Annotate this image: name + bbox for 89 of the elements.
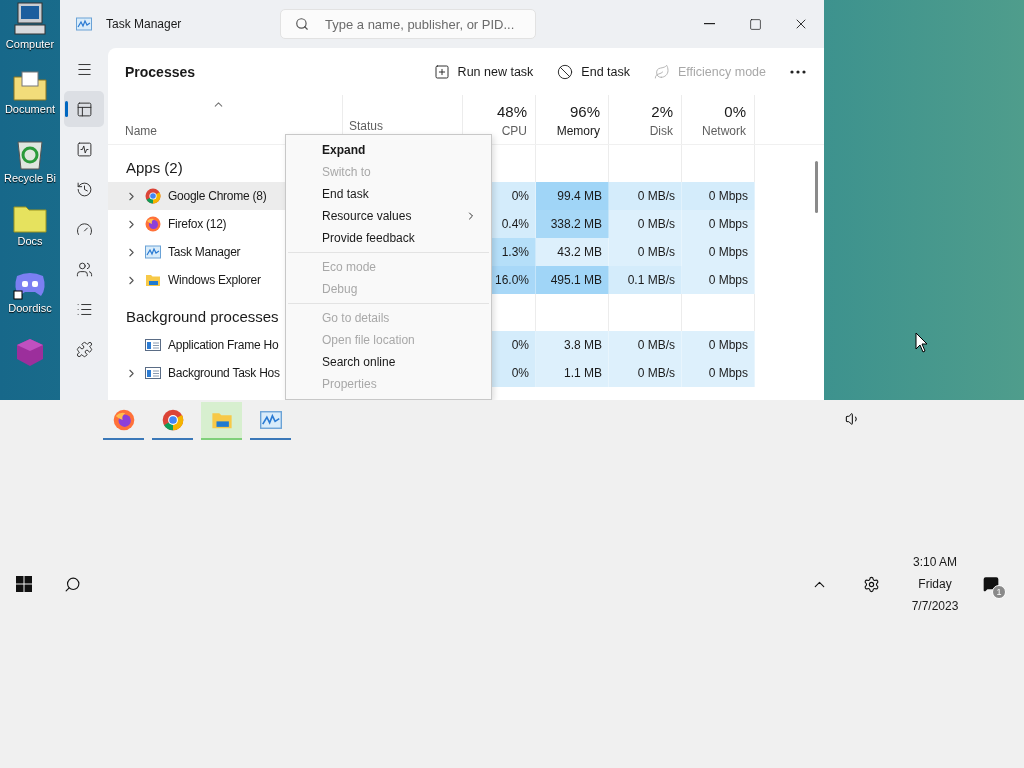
chart-icon [145,244,161,260]
table-cell: 0 MB/s [609,331,682,359]
table-cell: 0 MB/s [609,210,682,238]
column-percent: 0% [724,103,746,120]
chart-icon [76,16,92,32]
table-cell: 0 MB/s [609,359,682,387]
table-cell: 495.1 MB [536,266,609,294]
table-cell: 338.2 MB [536,210,609,238]
folder-icon [145,272,161,288]
clock-date: 7/7/2023 [911,598,959,615]
table-cell: 0 Mbps [682,182,755,210]
menu-item[interactable]: Expand [286,139,491,161]
settings-icon [862,575,880,593]
scrollbar[interactable] [815,161,818,213]
chart-icon [259,409,282,431]
taskbar-button[interactable] [201,402,242,440]
column-header[interactable]: Network [702,124,746,138]
process-name[interactable]: Task Manager [168,245,241,259]
search-icon [63,575,81,593]
column-percent: 96% [569,103,600,120]
add-icon [433,63,450,80]
selection-indicator [65,101,68,117]
page-title: Processes [125,63,197,80]
grid-icon [75,100,93,118]
search-field[interactable]: Type a name, publisher, or PID... [280,9,536,39]
search-icon [295,17,309,31]
folder-icon [13,203,47,233]
column-percent: 2% [651,103,673,120]
table-cell: 99.4 MB [536,182,609,210]
desktop-icon-label[interactable]: Doordisc [8,302,52,314]
toolbar-button[interactable]: End task [549,59,638,84]
column-percent: 48% [496,103,527,120]
window-title: Task Manager [106,17,183,31]
column-header[interactable]: Status [349,119,384,133]
window-icon [145,365,161,381]
table-cell: 0 Mbps [682,238,755,266]
window-icon [145,337,161,353]
browser-icon [161,409,184,431]
notification-count: 1 [992,585,1006,599]
column-header[interactable]: Memory [556,124,600,138]
table-cell: 0.1 MB/s [609,266,682,294]
desktop-icon-label[interactable]: Document [4,103,56,115]
process-name[interactable]: Google Chrome (8) [168,189,267,203]
browser-icon [145,216,161,232]
table-cell: 1.1 MB [536,359,609,387]
table-cell: 0 MB/s [609,182,682,210]
table-cell: 3.8 MB [536,331,609,359]
column-header[interactable]: Name [125,124,157,138]
desktop-icon-label[interactable]: Computer [5,38,55,50]
maximize-icon [748,17,762,31]
column-header[interactable]: Disk [649,124,673,138]
group-title: Apps (2) [126,159,183,176]
toolbar-button[interactable]: Run new task [425,59,542,84]
clock-time: 3:10 AM [913,554,957,571]
process-name[interactable]: Firefox (12) [168,217,227,231]
prohibited-icon [557,63,574,80]
message-icon [983,576,999,592]
clock[interactable]: 3:10 AM Friday 7/7/2023 [899,551,971,617]
browser-icon [145,188,161,204]
windows-logo-icon [16,576,32,592]
chat-app-icon [13,270,47,300]
desktop-icon-label[interactable]: Recycle Bi [4,172,56,184]
table-cell: 0 Mbps [682,266,755,294]
clock-day: Friday [918,573,952,595]
folder-icon [13,69,47,101]
activity-icon [75,140,93,158]
column-header[interactable]: CPU [501,124,527,138]
puzzle-icon [75,340,93,358]
table-cell: 43.2 MB [536,238,609,266]
users-icon [75,260,93,278]
leaf-icon [654,63,670,80]
table-cell: 0 Mbps [682,359,755,387]
more-icon [790,69,806,74]
table-cell: 0 Mbps [682,210,755,238]
minimize-icon [703,23,715,25]
browser-icon [112,409,135,431]
process-name[interactable]: Application Frame Ho [168,338,279,352]
table-cell: 0 Mbps [682,331,755,359]
gauge-icon [75,220,93,238]
process-name[interactable]: Windows Explorer [168,273,261,287]
cursor-icon [915,332,929,353]
cube-icon [14,337,46,367]
desktop-icon-label[interactable]: Docs [17,235,43,247]
nav-item[interactable] [64,91,104,127]
group-title: Background processes [126,308,279,325]
history-icon [75,180,93,198]
table-cell: 0 MB/s [609,238,682,266]
computer-icon [14,2,46,36]
process-name[interactable]: Background Task Hos [168,366,280,380]
